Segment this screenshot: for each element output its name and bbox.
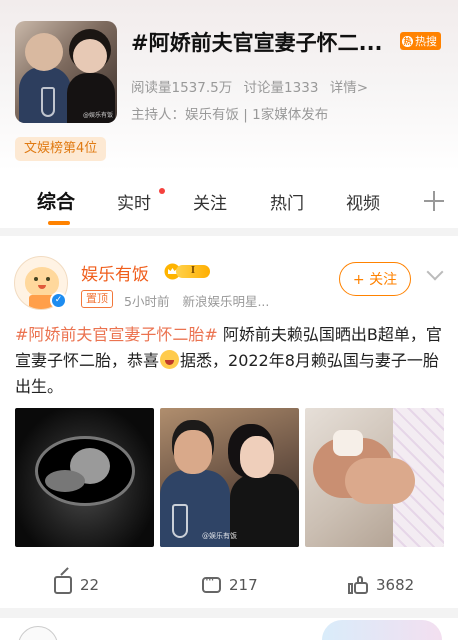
avatar-eye (34, 277, 38, 281)
tab-following[interactable]: 关注 (193, 189, 227, 214)
read-count: 阅读量1537.5万 (131, 80, 233, 96)
topic-host[interactable]: 主持人：娱乐有饭 | 1家媒体发布 (131, 103, 328, 123)
post-card: ✓ 娱乐有饭 I 置顶 5小时前 新浪娱乐明星... + 关注 #阿娇前夫官宣妻… (0, 236, 458, 608)
topic-title: #阿娇前夫官宣妻子怀二... (131, 31, 383, 55)
next-post-card[interactable] (0, 618, 458, 640)
decorative-banner (322, 620, 442, 640)
post-action-bar: 22 217 3682 (0, 566, 458, 606)
post-source[interactable]: 新浪娱乐明星... (182, 294, 269, 309)
share-button[interactable]: 22 (54, 576, 99, 594)
photo-hand (345, 458, 415, 504)
comment-count: 217 (229, 576, 258, 594)
post-image-ultrasound[interactable] (15, 408, 154, 547)
like-icon (348, 576, 368, 594)
post-meta: 5小时前 新浪娱乐明星... (124, 291, 278, 310)
chevron-down-icon[interactable] (426, 263, 444, 281)
new-dot-indicator (159, 188, 165, 194)
level-badge[interactable]: I (164, 263, 210, 280)
fire-icon: 热 (402, 35, 413, 47)
rank-badge[interactable]: 文娱榜第4位 (15, 137, 107, 161)
photo-baby-sock (333, 430, 363, 456)
ultrasound-fetus-body (45, 470, 85, 492)
pinned-badge: 置顶 (81, 290, 113, 308)
hot-badge[interactable]: 热 热搜 (400, 32, 441, 50)
hot-badge-label: 热搜 (415, 35, 437, 48)
author-name[interactable]: 娱乐有饭 (81, 260, 149, 285)
like-button[interactable]: 3682 (348, 576, 414, 594)
tab-hot[interactable]: 热门 (270, 189, 304, 214)
plus-icon[interactable] (424, 191, 444, 211)
follow-button[interactable]: + 关注 (339, 262, 411, 296)
like-count: 3682 (376, 576, 415, 594)
post-image-couple[interactable]: @娱乐有饭 (160, 408, 299, 547)
cover-watermark: @娱乐有饭 (82, 112, 113, 119)
photo-figure-head (174, 430, 212, 474)
verified-icon: ✓ (50, 292, 67, 309)
tab-video[interactable]: 视频 (346, 189, 380, 214)
tab-realtime[interactable]: 实时 (117, 189, 151, 214)
post-time: 5小时前 (124, 294, 170, 309)
photo-watermark: @娱乐有饭 (202, 532, 237, 540)
topic-stats: 阅读量1537.5万 讨论量1333 详情> (131, 76, 375, 96)
cover-figure-head (25, 33, 63, 71)
share-icon (54, 576, 72, 594)
photo-figure (230, 474, 299, 547)
post-text[interactable]: #阿娇前夫官宣妻子怀二胎# 阿娇前夫赖弘国晒出B超单，官宣妻子怀二胎，恭喜 据悉，… (15, 322, 445, 400)
avatar-eye (46, 277, 50, 281)
topic-cover-image[interactable]: @娱乐有饭 (15, 21, 117, 123)
share-count: 22 (80, 576, 100, 594)
tab-comprehensive[interactable]: 综合 (37, 187, 75, 214)
avatar[interactable] (18, 626, 58, 640)
details-link[interactable]: 详情> (330, 80, 368, 96)
topic-header: @娱乐有饭 #阿娇前夫官宣妻子怀二... 热 热搜 阅读量1537.5万 讨论量… (0, 0, 458, 228)
comment-icon (202, 573, 221, 593)
discussion-count: 讨论量1333 (243, 80, 319, 96)
wine-glass (172, 504, 188, 538)
tab-active-indicator (48, 221, 70, 225)
post-image-hands[interactable] (305, 408, 444, 547)
wine-glass (41, 87, 55, 117)
hashtag-link[interactable]: #阿娇前夫官宣妻子怀二胎# (15, 325, 218, 344)
photo-figure-head (240, 436, 274, 478)
level-label: I (176, 265, 210, 278)
tab-bar: 综合 实时 关注 热门 视频 (0, 181, 458, 225)
cover-figure-head (73, 39, 107, 73)
celebrate-emoji-icon (160, 350, 180, 369)
comment-button[interactable]: 217 (202, 573, 258, 594)
